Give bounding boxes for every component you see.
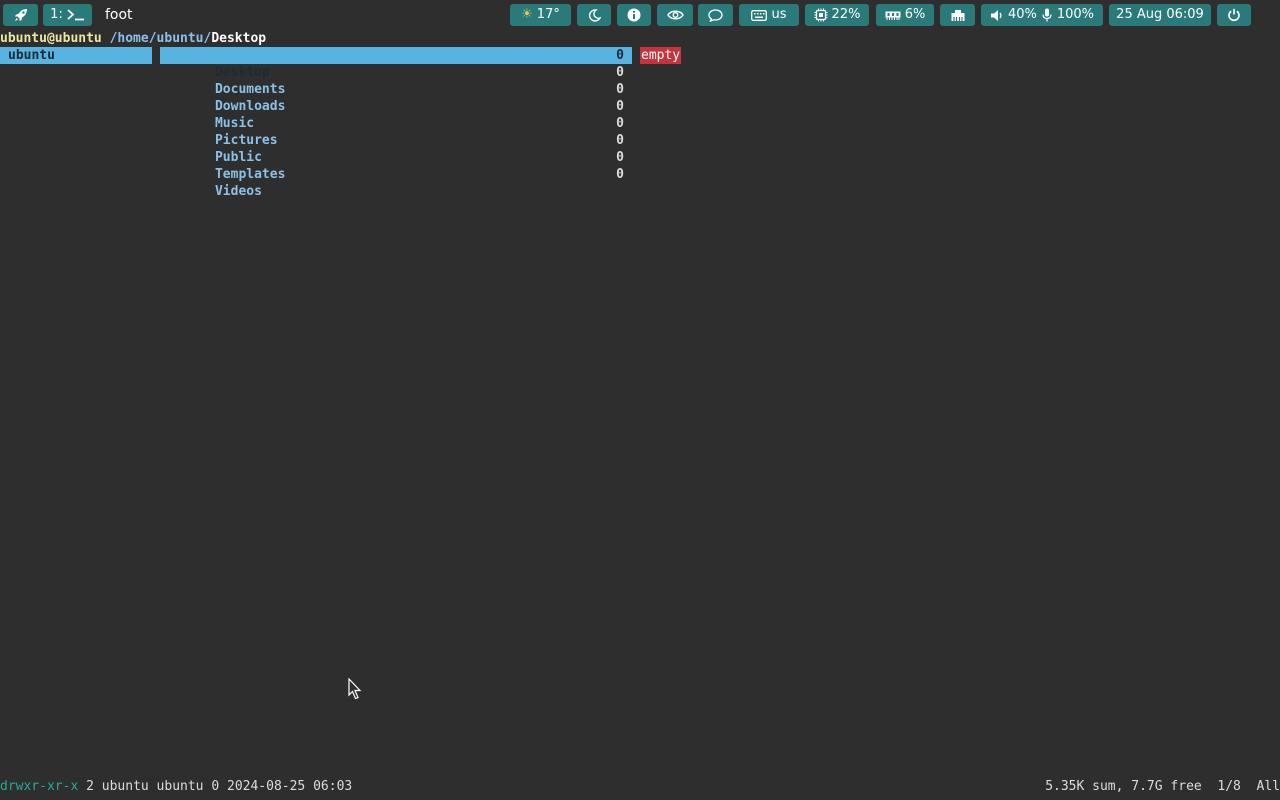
info-icon [627, 8, 641, 22]
path-current: Desktop [211, 31, 267, 46]
cpu-value: 22% [831, 7, 861, 22]
clock-widget[interactable]: 25 Aug 06:09 [1109, 4, 1211, 26]
network-icon [951, 9, 964, 21]
keyboard-layout-widget[interactable]: us [739, 4, 799, 26]
microphone-icon [1042, 8, 1052, 22]
file-item-count: 0 [616, 99, 624, 114]
sun-icon: ☀ [521, 7, 533, 22]
window-title: foot [105, 7, 133, 23]
power-icon [1228, 8, 1240, 22]
idle-inhibitor-button[interactable] [657, 4, 693, 26]
file-item-count: 0 [616, 65, 624, 80]
info-button[interactable] [617, 4, 651, 26]
file-list: Desktop 0 Documents 0 Downloads 0 Music … [160, 47, 632, 199]
file-item-name: Videos [214, 184, 262, 199]
preview-column: empty [640, 47, 682, 64]
audio-widget[interactable]: 40% 100% [981, 4, 1103, 26]
file-item-downloads[interactable]: Downloads 0 [160, 81, 632, 114]
mouse-pointer-icon [348, 677, 362, 704]
mic-value: 100% [1056, 7, 1095, 22]
file-item-count: 0 [616, 150, 624, 165]
status-summary: 5.35K sum, 7.7G free 1/8 All [1045, 779, 1280, 794]
current-path-bar: ubuntu@ubuntu /home/ubuntu/Desktop [0, 30, 266, 47]
cpu-icon [814, 8, 828, 22]
file-permissions: drwxr-xr-x [0, 779, 79, 794]
eye-icon [666, 10, 684, 20]
top-panel: 1: foot ☀ 17° us 22% 6% 40% 100% 25 Aug … [0, 0, 1280, 30]
file-item-count: 0 [616, 167, 624, 182]
parent-item-ubuntu[interactable]: ubuntu [0, 47, 152, 64]
terminal-window[interactable]: ubuntu@ubuntu /home/ubuntu/Desktop ubunt… [0, 30, 1280, 800]
power-button[interactable] [1217, 4, 1251, 26]
moon-icon [588, 8, 601, 22]
workspace-label: 1: [50, 7, 63, 22]
file-item-pictures[interactable]: Pictures 0 [160, 115, 632, 148]
weather-value: 17° [536, 7, 560, 22]
file-item-count: 0 [616, 133, 624, 148]
parent-column: ubuntu [0, 47, 152, 64]
status-bar: drwxr-xr-x 2 ubuntu ubuntu 0 2024-08-25 … [0, 778, 1280, 795]
launcher-button[interactable] [3, 4, 38, 26]
memory-icon [885, 11, 901, 20]
memory-widget[interactable]: 6% [876, 4, 934, 26]
prompt-user: ubuntu@ubuntu [0, 31, 102, 46]
path-prefix: /home/ubuntu/ [109, 31, 212, 46]
volume-value: 40% [1007, 7, 1037, 22]
file-item-count: 0 [616, 48, 624, 63]
chat-bubble-icon [708, 8, 723, 22]
file-item-music[interactable]: Music 0 [160, 98, 632, 131]
file-item-public[interactable]: Public 0 [160, 132, 632, 165]
memory-value: 6% [904, 7, 926, 22]
keyboard-layout-value: us [771, 7, 787, 22]
keyboard-icon [751, 9, 768, 21]
file-item-templates[interactable]: Templates 0 [160, 149, 632, 182]
empty-indicator: empty [640, 47, 682, 64]
file-details: 2 ubuntu ubuntu 0 2024-08-25 06:03 [86, 779, 353, 794]
file-item-videos[interactable]: Videos 0 [160, 166, 632, 199]
cpu-widget[interactable]: 22% [805, 4, 869, 26]
file-item-count: 0 [616, 82, 624, 97]
weather-widget[interactable]: ☀ 17° [510, 4, 571, 26]
workspace-button-1[interactable]: 1: [43, 4, 92, 26]
file-item-desktop[interactable]: Desktop 0 [160, 47, 632, 80]
clock-value: 25 Aug 06:09 [1116, 7, 1204, 22]
speaker-icon [990, 9, 1002, 21]
file-item-count: 0 [616, 116, 624, 131]
night-mode-button[interactable] [577, 4, 611, 26]
terminal-prompt-icon [67, 9, 84, 21]
file-item-documents[interactable]: Documents 0 [160, 64, 632, 97]
notifications-button[interactable] [698, 4, 733, 26]
rocket-icon [14, 9, 27, 21]
network-widget[interactable] [940, 4, 975, 26]
